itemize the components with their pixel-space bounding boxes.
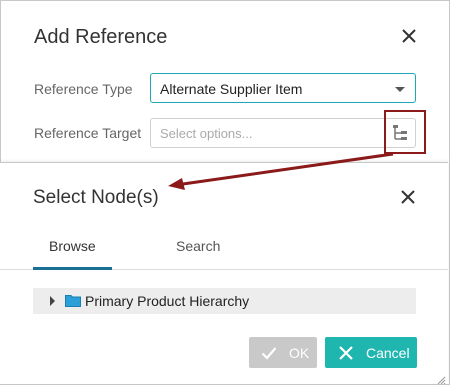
folder-icon	[65, 294, 81, 307]
ok-button[interactable]: OK	[249, 337, 317, 368]
cancel-button[interactable]: Cancel	[325, 337, 417, 368]
active-tab-indicator	[33, 267, 112, 270]
cancel-label: Cancel	[366, 345, 410, 361]
reference-type-select[interactable]: Alternate Supplier Item	[150, 73, 416, 103]
reference-type-label: Reference Type	[34, 81, 133, 97]
select-nodes-title: Select Node(s)	[33, 187, 159, 208]
close-icon[interactable]	[400, 27, 418, 45]
annotation-highlight-box	[384, 110, 426, 154]
chevron-down-icon	[395, 87, 405, 92]
reference-type-value: Alternate Supplier Item	[160, 81, 303, 97]
x-icon	[338, 345, 354, 361]
select-nodes-dialog: Select Node(s) Browse Search Primary Pro…	[0, 162, 448, 385]
ok-label: OK	[289, 345, 310, 361]
check-icon	[261, 345, 277, 361]
close-icon[interactable]	[399, 188, 417, 206]
reference-target-placeholder: Select options...	[160, 126, 253, 141]
tab-search[interactable]: Search	[176, 238, 220, 254]
tree-node-primary-product-hierarchy[interactable]: Primary Product Hierarchy	[33, 288, 416, 314]
tab-browse[interactable]: Browse	[49, 238, 96, 254]
add-reference-title: Add Reference	[34, 26, 168, 48]
reference-target-input[interactable]: Select options...	[150, 118, 416, 148]
resize-grip-icon[interactable]	[436, 372, 446, 385]
expand-arrow-icon[interactable]	[50, 296, 55, 306]
tree-node-label: Primary Product Hierarchy	[85, 293, 250, 309]
reference-target-label: Reference Target	[34, 125, 142, 141]
